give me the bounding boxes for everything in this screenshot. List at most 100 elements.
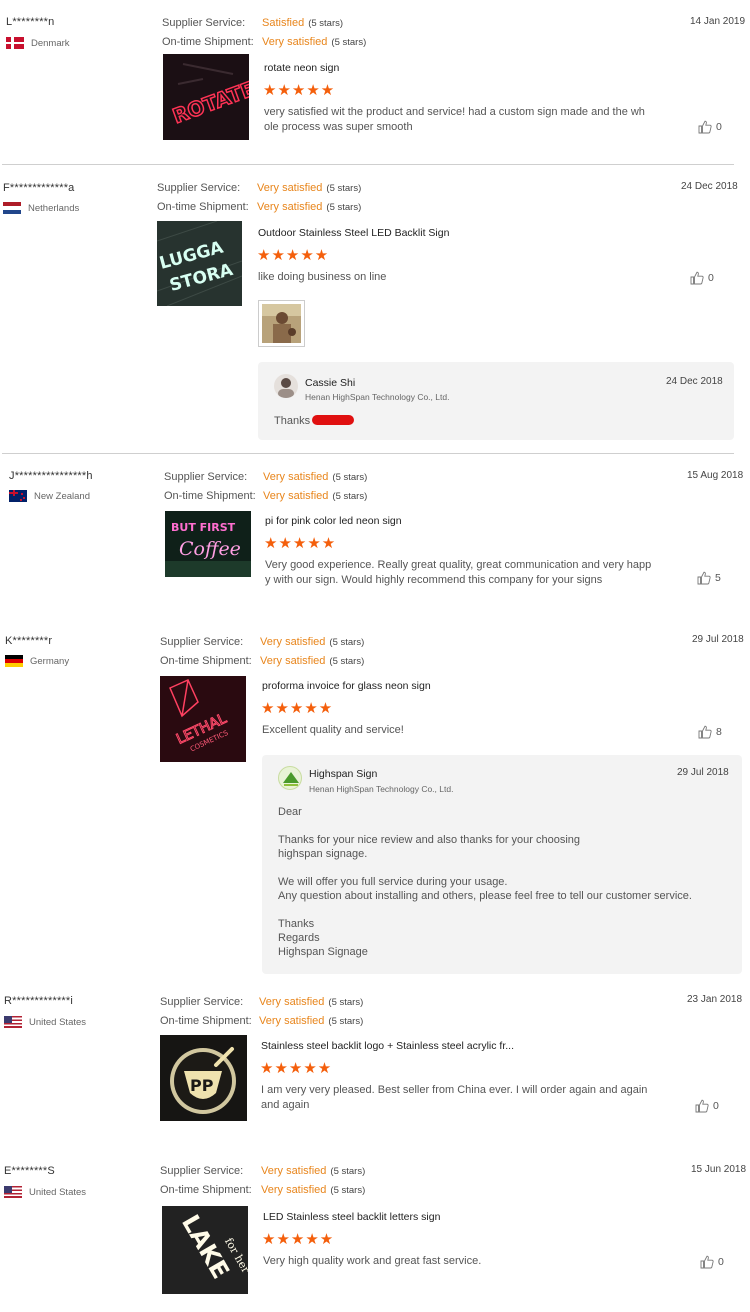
review-item: L********n Denmark Supplier Service: Sat… — [0, 0, 750, 165]
review-item: K********r Germany Supplier Service: Ver… — [0, 619, 750, 979]
ontime-shipment-label: On-time Shipment: — [160, 1015, 252, 1027]
reply-text: Thanks — [274, 415, 311, 427]
reviewer-name: R*************i — [4, 995, 74, 1007]
supplier-service-rating: Satisfied (5 stars) — [262, 17, 344, 29]
united-states-flag-icon — [4, 1186, 22, 1198]
product-image[interactable]: LUGGA STORA — [157, 221, 242, 306]
product-title[interactable]: rotate neon sign — [264, 62, 339, 74]
star-rating: ★★★★★ — [260, 1060, 333, 1077]
review-date: 15 Aug 2018 — [687, 470, 744, 481]
svg-text:BUT FIRST: BUT FIRST — [171, 521, 236, 534]
reviewer-country: United States — [4, 1016, 86, 1028]
star-rating: ★★★★★ — [262, 1231, 335, 1248]
reviewer-name: E********S — [4, 1165, 55, 1177]
reply-author: Cassie Shi — [305, 377, 356, 389]
review-text: very satisfied wit the product and servi… — [264, 106, 645, 133]
product-title[interactable]: Outdoor Stainless Steel LED Backlit Sign — [258, 227, 449, 239]
star-rating: ★★★★★ — [263, 82, 336, 99]
country-label: Denmark — [31, 37, 70, 49]
seller-avatar — [274, 374, 298, 398]
supplier-service-label: Supplier Service: — [164, 471, 248, 483]
seller-reply: Highspan Sign Henan HighSpan Technology … — [262, 755, 742, 974]
product-title[interactable]: LED Stainless steel backlit letters sign — [263, 1211, 440, 1223]
seller-reply: Cassie Shi Henan HighSpan Technology Co.… — [258, 362, 734, 440]
ontime-shipment-rating: Very satisfied (5 stars) — [262, 36, 367, 48]
supplier-service-label: Supplier Service: — [162, 17, 246, 29]
star-rating: ★★★★★ — [261, 700, 334, 717]
reply-text: Dear Thanks for your nice review and als… — [278, 806, 692, 958]
like-button[interactable]: 5 — [697, 571, 721, 585]
thumbs-up-icon — [695, 1099, 709, 1113]
supplier-service-rating: Very satisfied (5 stars) — [257, 182, 362, 194]
ontime-shipment-rating: Very satisfied (5 stars) — [261, 1184, 366, 1196]
netherlands-flag-icon — [3, 202, 21, 214]
like-count: 0 — [708, 272, 714, 284]
review-text: Excellent quality and service! — [262, 724, 404, 736]
review-date: 23 Jan 2018 — [687, 994, 743, 1005]
reviewer-name: F*************a — [3, 182, 75, 194]
new-zealand-flag-icon — [9, 490, 27, 502]
customer-photo[interactable] — [258, 300, 305, 347]
like-count: 0 — [718, 1256, 724, 1268]
product-image[interactable]: BUT FIRST Coffee — [165, 511, 251, 577]
redacted-mark — [312, 415, 354, 425]
product-image[interactable]: ROTATE — [163, 54, 249, 140]
review-item: E********S United States Supplier Servic… — [0, 1149, 750, 1312]
reviewer-country: Denmark — [6, 37, 70, 49]
like-button[interactable]: 0 — [700, 1255, 724, 1269]
reply-date: 24 Dec 2018 — [666, 376, 723, 387]
review-date: 15 Jun 2018 — [691, 1164, 747, 1175]
thumbs-up-icon — [698, 120, 712, 134]
review-date: 24 Dec 2018 — [681, 181, 738, 192]
country-label: United States — [29, 1186, 87, 1198]
product-image[interactable]: LETHAL COSMETICS — [160, 676, 246, 762]
star-rating: ★★★★★ — [257, 247, 330, 264]
reviewer-name: J****************h — [9, 470, 93, 482]
country-label: United States — [29, 1016, 87, 1028]
denmark-flag-icon — [6, 37, 24, 49]
like-button[interactable]: 0 — [695, 1099, 719, 1113]
review-date: 14 Jan 2019 — [690, 16, 746, 27]
country-label: Netherlands — [28, 202, 80, 214]
supplier-service-rating: Very satisfied (5 stars) — [263, 471, 368, 483]
ontime-shipment-rating: Very satisfied (5 stars) — [259, 1015, 364, 1027]
ontime-shipment-label: On-time Shipment: — [160, 655, 252, 667]
reply-author: Highspan Sign — [309, 768, 378, 780]
product-title[interactable]: pi for pink color led neon sign — [265, 515, 402, 527]
reviewer-country: Netherlands — [3, 202, 79, 214]
germany-flag-icon — [5, 655, 23, 667]
reviewer-country: United States — [4, 1186, 86, 1198]
product-title[interactable]: proforma invoice for glass neon sign — [262, 680, 431, 692]
like-count: 8 — [716, 726, 722, 738]
supplier-service-rating: Very satisfied (5 stars) — [259, 996, 364, 1008]
review-text: Very high quality work and great fast se… — [263, 1255, 482, 1267]
supplier-service-label: Supplier Service: — [160, 996, 244, 1008]
review-text: like doing business on line — [258, 271, 387, 283]
ontime-shipment-rating: Very satisfied (5 stars) — [257, 201, 362, 213]
like-button[interactable]: 0 — [698, 120, 722, 134]
united-states-flag-icon — [4, 1016, 22, 1028]
product-image[interactable]: LAKE for her — [162, 1206, 248, 1294]
product-image[interactable]: PP — [160, 1035, 247, 1121]
like-count: 0 — [716, 121, 722, 133]
review-text: Very good experience. Really great quali… — [265, 559, 652, 586]
ontime-shipment-rating: Very satisfied (5 stars) — [260, 655, 365, 667]
supplier-service-rating: Very satisfied (5 stars) — [261, 1165, 366, 1177]
ontime-shipment-label: On-time Shipment: — [162, 36, 254, 48]
like-button[interactable]: 0 — [690, 271, 714, 285]
svg-text:PP: PP — [190, 1076, 214, 1095]
thumbs-up-icon — [698, 725, 712, 739]
ontime-shipment-label: On-time Shipment: — [164, 490, 256, 502]
reviewer-country: Germany — [5, 655, 69, 667]
supplier-service-rating: Very satisfied (5 stars) — [260, 636, 365, 648]
ontime-shipment-rating: Very satisfied (5 stars) — [263, 490, 368, 502]
reviewer-name: K********r — [5, 635, 53, 647]
review-item: F*************a Netherlands Supplier Ser… — [0, 165, 750, 454]
product-title[interactable]: Stainless steel backlit logo + Stainless… — [261, 1040, 514, 1052]
thumbs-up-icon — [690, 271, 704, 285]
like-button[interactable]: 8 — [698, 725, 722, 739]
like-count: 5 — [715, 572, 721, 584]
review-text: I am very very pleased. Best seller from… — [261, 1084, 648, 1111]
seller-avatar — [278, 766, 302, 790]
thumbs-up-icon — [697, 571, 711, 585]
